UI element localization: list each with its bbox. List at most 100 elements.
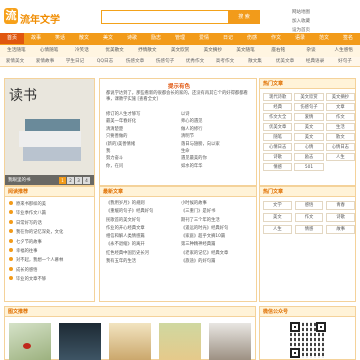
article-link[interactable]: 最美一年春好化	[106, 118, 181, 125]
slider-dot[interactable]: 3	[75, 177, 82, 184]
article-link[interactable]: 作业的开心经典文章	[106, 225, 181, 233]
tag-link[interactable]: 情感	[263, 163, 293, 171]
tag-link[interactable]: 心情日志	[325, 143, 355, 151]
nav-item[interactable]: 爱情	[192, 33, 216, 44]
tag-link[interactable]: 文学	[263, 201, 292, 210]
article-link[interactable]: 第三种精神经典篇	[181, 241, 256, 249]
article-link[interactable]: 民歌首的美文好句	[106, 217, 181, 225]
tag-link[interactable]: 人生	[325, 153, 355, 161]
article-link[interactable]: 《永不退缩》的离开	[106, 241, 181, 249]
nav-item[interactable]: 签名	[336, 33, 360, 44]
nav-item[interactable]: 首页	[0, 33, 24, 44]
article-link[interactable]: 《旅途》的好句篇	[181, 258, 256, 266]
tag-link[interactable]: 美文摘抄	[325, 93, 355, 101]
tag-link[interactable]: 爱情	[294, 113, 324, 121]
list-item[interactable]: 幸福的往事	[9, 247, 63, 256]
photo-person[interactable]	[209, 323, 251, 360]
article-link[interactable]: 师心的遇见	[181, 118, 256, 125]
article-link[interactable]: 只要善做的	[106, 133, 181, 140]
tag-link[interactable]: 情感	[294, 225, 324, 234]
favorite-link[interactable]: 加入收藏	[292, 17, 310, 26]
tag-link[interactable]: 心情	[294, 143, 324, 151]
subnav-item[interactable]: 抒情散文	[131, 45, 164, 57]
article-link[interactable]: 《家庭》超乎文摘10篇	[181, 233, 256, 241]
subnav-item[interactable]: 心情随笔	[33, 45, 66, 57]
tag-link[interactable]: 随笔	[263, 133, 293, 141]
nav-item[interactable]: 美文	[96, 33, 120, 44]
tag-link[interactable]: 现代诗歌	[263, 93, 293, 101]
list-item[interactable]: 成长的感悟	[9, 266, 63, 275]
tag-link[interactable]: 青春	[326, 201, 355, 210]
tag-link[interactable]: 诗歌	[326, 213, 355, 222]
headline-title[interactable]: 提示有色	[100, 82, 258, 90]
tag-link[interactable]: 美文欣赏	[294, 93, 324, 101]
photo-sunlight[interactable]	[109, 323, 151, 360]
article-link[interactable]: (新的)美善情绪	[106, 141, 181, 148]
photo-field[interactable]	[159, 323, 201, 360]
article-link[interactable]: 你，在问	[106, 163, 181, 170]
nav-item[interactable]: 散文	[72, 33, 96, 44]
tag-link[interactable]: 美文	[263, 213, 292, 222]
subnav-item[interactable]: 优美文章	[270, 57, 300, 66]
list-item[interactable]: 对不起，我想一个人慕林	[9, 256, 63, 265]
list-item[interactable]: 七夕节的故事	[9, 238, 63, 247]
subnav-item[interactable]: 美文摘抄	[196, 45, 229, 57]
list-item[interactable]: 毕业季作文八篇	[9, 209, 63, 218]
nav-item[interactable]: 故事	[24, 33, 48, 44]
subnav-item[interactable]: 优秀作文	[180, 57, 210, 66]
nav-item[interactable]: 语录	[288, 33, 312, 44]
subnav-item[interactable]: 美文欣赏	[164, 45, 197, 57]
site-logo[interactable]: 流 流年文学	[4, 8, 66, 26]
slider-dot[interactable]: 4	[83, 177, 90, 184]
tag-link[interactable]: 美文	[294, 133, 324, 141]
article-link[interactable]: 期刊了三个年的生活	[181, 217, 256, 225]
article-link[interactable]: 以诗	[181, 111, 256, 118]
tag-link[interactable]: 作文大全	[263, 113, 293, 121]
tag-link[interactable]: 人生	[263, 225, 292, 234]
tag-link[interactable]: 故事	[326, 225, 355, 234]
article-link[interactable]: 我有五年的生活	[106, 258, 181, 266]
nav-item[interactable]: 伤感	[240, 33, 264, 44]
article-link[interactable]: 《老家的记忆》经典文章	[181, 250, 256, 258]
article-link[interactable]: 做人的修行	[181, 126, 256, 133]
tag-link[interactable]: 美文	[294, 123, 324, 131]
article-link[interactable]: 小时候的故事	[181, 200, 256, 208]
article-link[interactable]: 生命	[181, 148, 256, 155]
tag-link[interactable]: 诗歌	[263, 153, 293, 161]
article-link[interactable]: 清明节	[181, 133, 256, 140]
tag-link[interactable]: 501	[294, 163, 324, 171]
subnav-item[interactable]: 学生日记	[60, 57, 90, 66]
subnav-item[interactable]: 杂谈	[295, 45, 328, 57]
subnav-item[interactable]: QQ日志	[90, 57, 120, 66]
subnav-item[interactable]: 座右铭	[262, 45, 295, 57]
subnav-item[interactable]: 优美散文	[98, 45, 131, 57]
nav-item[interactable]: 诗歌	[120, 33, 144, 44]
tag-link[interactable]: 心情日志	[263, 143, 293, 151]
article-link[interactable]: 如水的年华	[181, 163, 256, 170]
tag-link[interactable]: 经典	[263, 103, 293, 111]
slider-dot[interactable]: 1	[59, 177, 66, 184]
tag-link[interactable]: 感悟	[294, 201, 324, 210]
tag-link[interactable]: 作文	[325, 113, 355, 121]
nav-item[interactable]: 管理	[168, 33, 192, 44]
tag-link[interactable]: 励志	[294, 153, 324, 161]
tag-link[interactable]: 伤感句子	[294, 103, 324, 111]
subnav-item[interactable]: 散文集	[240, 57, 270, 66]
article-link[interactable]: 红色经典中国历史长河	[106, 250, 181, 258]
subnav-item[interactable]: 高考作文	[210, 57, 240, 66]
list-item[interactable]: 日常好写的话	[9, 219, 63, 228]
tag-link[interactable]: 散文	[325, 133, 355, 141]
tag-link[interactable]: 优美文章	[263, 123, 293, 131]
photo-dark[interactable]	[59, 323, 101, 360]
sitemap-link[interactable]: 网站地图	[292, 8, 310, 17]
article-link[interactable]: 《三重门》是好书	[181, 208, 256, 216]
subnav-item[interactable]: 爱情美文	[0, 57, 30, 66]
article-link[interactable]: 相信和解人类情感篇	[106, 233, 181, 241]
subnav-item[interactable]: 伤感句子	[150, 57, 180, 66]
photo-ladybug[interactable]	[9, 323, 51, 360]
search-button[interactable]: 搜 索	[228, 10, 260, 24]
subnav-item[interactable]: 冷笑话	[65, 45, 98, 57]
article-link[interactable]: 努力奋斗	[106, 155, 181, 162]
tag-link[interactable]: 文章	[325, 103, 355, 111]
subnav-item[interactable]: 人生感悟	[327, 45, 360, 57]
